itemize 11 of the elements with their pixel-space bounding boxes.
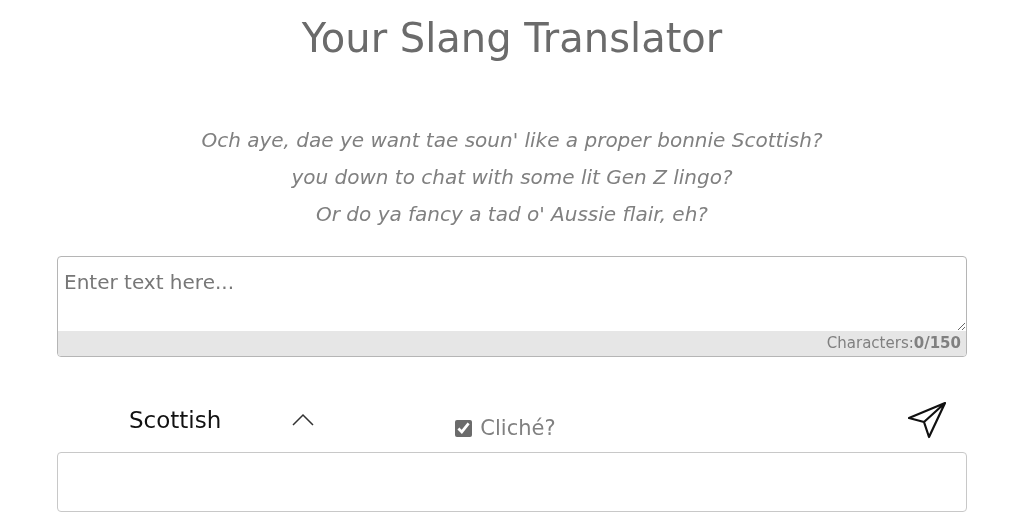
cliche-checkbox[interactable] — [455, 419, 473, 437]
page-title: Your Slang Translator — [301, 14, 723, 62]
character-counter: Characters:0/150 — [826, 332, 961, 354]
tagline-text: you down to chat with some lit Gen Z lingo? — [291, 164, 733, 191]
chevron-up-icon — [291, 413, 316, 428]
dialect-dropdown[interactable]: Scottish — [129, 403, 316, 438]
tagline-text: Or do ya fancy a tad o' Aussie flair, eh? — [316, 201, 708, 228]
send-icon — [907, 401, 947, 440]
send-button[interactable] — [907, 401, 947, 440]
cliche-label: Cliché? — [480, 414, 556, 442]
tagline-text: Och aye, dae ye want tae soun' like a proper bonnie Scottish? — [201, 127, 823, 154]
